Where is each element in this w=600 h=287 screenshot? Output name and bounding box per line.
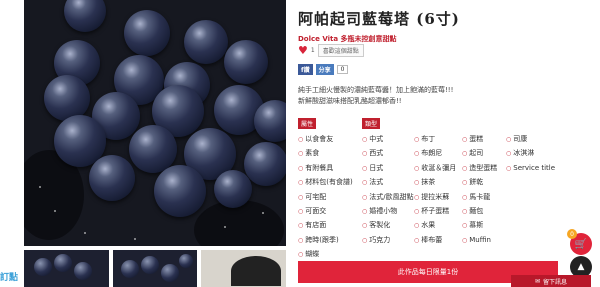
facebook-like-button[interactable]: f讚 (298, 64, 313, 75)
like-row: ♥ 1 喜歡這個甜點 (298, 44, 364, 57)
tag-option[interactable]: 冰淇淋 (506, 147, 560, 160)
tag-option[interactable]: 起司 (462, 147, 506, 160)
like-count: 1 (310, 47, 315, 54)
description-line-2: 新鮮酸甜滋味搭配乳酪超濃郁香!! (298, 97, 402, 105)
tag-option[interactable]: 布丁 (414, 133, 462, 146)
thumbnail-3[interactable] (201, 250, 287, 287)
shop-link[interactable]: Dolce Vita 多瓶未控創意甜點 (298, 34, 397, 44)
tag-option[interactable]: 有附餐具 (298, 162, 362, 175)
type-label: 類型 (362, 118, 381, 129)
cart-icon: 🛒 (574, 238, 588, 250)
tag-option[interactable]: 馬卡龍 (462, 191, 506, 204)
tag-option[interactable]: 司康 (506, 133, 560, 146)
thumbnail-strip (24, 250, 287, 287)
product-description: 純手工細火慢製的濃純藍莓醬！加上飽滿的藍莓!!! 新鮮酸甜滋味搭配乳酪超濃郁香!… (298, 85, 558, 107)
chevron-up-icon: ▲ (577, 262, 585, 272)
leave-message-button[interactable]: ✉ 留下訊息 (511, 275, 591, 287)
favorite-button[interactable]: 喜歡這個甜點 (317, 44, 364, 57)
tag-option[interactable]: 布朗尼 (414, 147, 462, 160)
tag-option[interactable]: 棒布蕾 (414, 234, 462, 247)
product-title: 阿帕起司藍莓塔 (6寸) (298, 10, 460, 28)
site-logo[interactable]: 訂點 (0, 270, 42, 286)
tag-option[interactable]: 法式/歐風甜點 (362, 191, 414, 204)
tag-option[interactable]: 日式 (362, 162, 414, 175)
cart-count-badge: 0 (567, 229, 577, 239)
tag-option[interactable]: 提拉米蘇 (414, 191, 462, 204)
heart-icon[interactable]: ♥ (298, 45, 308, 56)
tag-grid: 以食會友中式布丁蛋糕司康素食西式布朗尼起司冰淇淋有附餐具日式收涎＆彌月造型蛋糕S… (298, 133, 560, 262)
tag-option[interactable]: 法式 (362, 176, 414, 189)
tag-option[interactable]: 可面交 (298, 205, 362, 218)
message-label: 留下訊息 (543, 278, 568, 286)
tag-option[interactable]: 有店面 (298, 219, 362, 232)
tag-option[interactable]: 跨時(跟季) (298, 234, 362, 247)
tag-option[interactable]: 抹茶 (414, 176, 462, 189)
share-count: 0 (336, 65, 349, 74)
tag-option[interactable]: 水果 (414, 219, 462, 232)
tag-option[interactable]: 素食 (298, 147, 362, 160)
tag-option[interactable]: 以食會友 (298, 133, 362, 146)
tag-option[interactable]: Muffin (462, 234, 506, 247)
thumbnail-2[interactable] (112, 250, 198, 287)
plurk-share-button[interactable]: 分享 (315, 64, 334, 75)
tag-option[interactable]: 慕斯 (462, 219, 506, 232)
tag-option[interactable]: 杯子蛋糕 (414, 205, 462, 218)
tag-option[interactable]: 餅乾 (462, 176, 506, 189)
attribute-label: 屬性 (298, 118, 317, 129)
tag-option[interactable]: 材料包(有食譜) (298, 176, 362, 189)
tag-option[interactable]: 收涎＆彌月 (414, 162, 462, 175)
tag-option[interactable]: 中式 (362, 133, 414, 146)
tag-option[interactable]: 造型蛋糕 (462, 162, 506, 175)
tag-option[interactable]: 蛋糕 (462, 133, 506, 146)
tag-option[interactable]: 婚禮小物 (362, 205, 414, 218)
share-row: f讚 分享 0 (298, 64, 349, 75)
product-photo[interactable] (24, 0, 286, 246)
tag-option[interactable]: 蝴蝶 (298, 248, 362, 261)
tag-option[interactable]: 客製化 (362, 219, 414, 232)
tag-option[interactable]: 可宅配 (298, 191, 362, 204)
description-line-1: 純手工細火慢製的濃純藍莓醬！加上飽滿的藍莓!!! (298, 86, 454, 94)
tag-option[interactable]: Service title (506, 162, 560, 175)
mail-icon: ✉ (534, 277, 540, 285)
tag-option[interactable]: 巧克力 (362, 234, 414, 247)
tag-option[interactable]: 西式 (362, 147, 414, 160)
logo-text: 訂點 (0, 273, 19, 283)
tag-option[interactable]: 麵包 (462, 205, 506, 218)
